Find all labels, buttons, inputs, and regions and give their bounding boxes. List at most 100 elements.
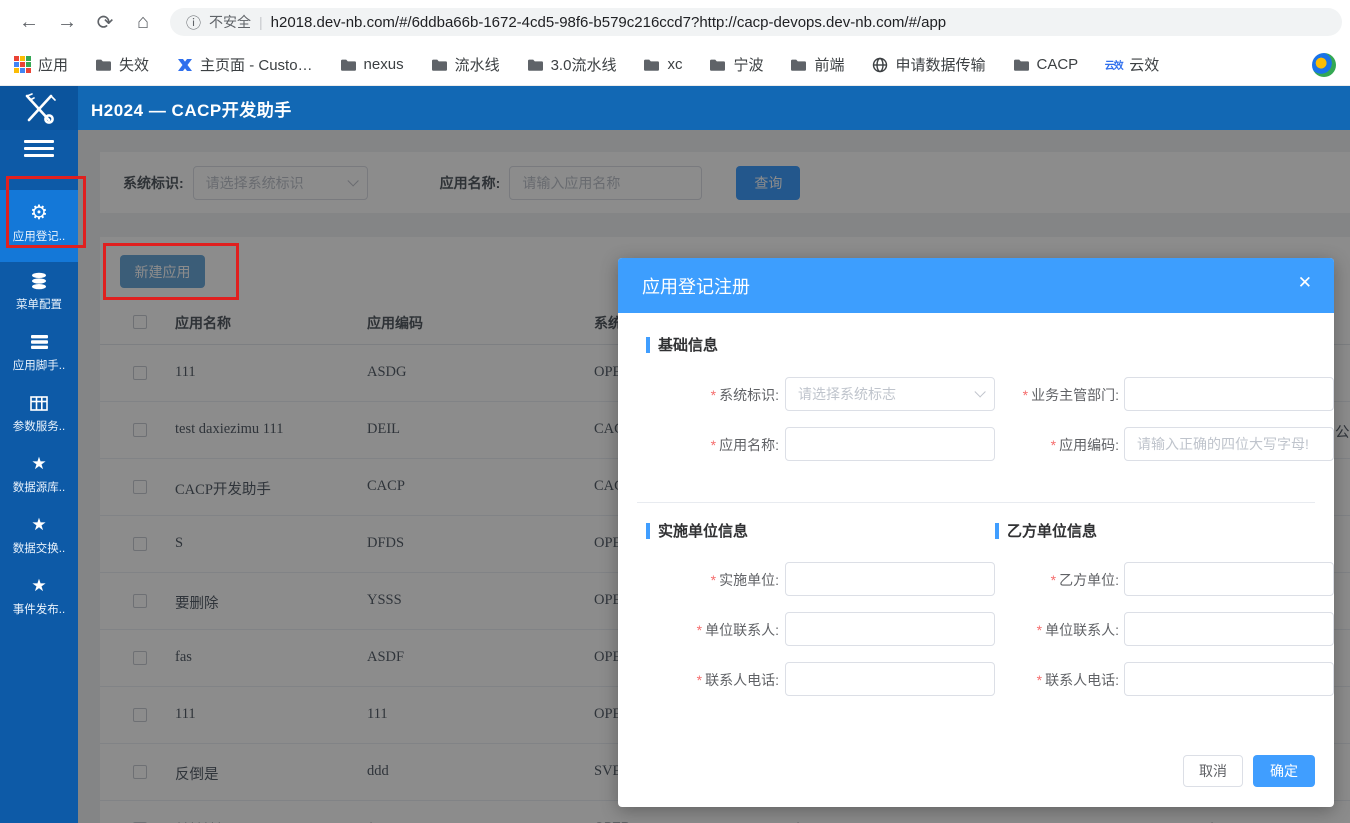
section-bar bbox=[995, 523, 999, 539]
section-impl-title: 实施单位信息 bbox=[658, 520, 748, 541]
star-icon: ★ bbox=[31, 576, 46, 596]
field-input[interactable] bbox=[1124, 562, 1334, 596]
dialog-footer: 取消 确定 bbox=[1183, 755, 1315, 787]
bookmark-item[interactable]: xc bbox=[643, 56, 682, 73]
page-title: H2024 — CACP开发助手 bbox=[91, 96, 292, 121]
bookmark-item[interactable]: nexus bbox=[340, 56, 404, 73]
sidebar-item-label: 菜单配置 bbox=[16, 296, 62, 312]
section-basic-info: 基础信息 bbox=[646, 334, 718, 355]
sidebar-item-link[interactable]: 菜单配置 bbox=[0, 262, 78, 323]
sidebar: ⚙应用登记.. 菜单配置应用脚手.. 参数服务.. ★ 数据源库.. ★数据交换.. ★ 事件… bbox=[0, 130, 78, 823]
bookmarks-bar: 应用 失效 主页面 - Custo… nexus 流水线 3.0流水线 xc 宁波 前端 申请数据… bbox=[0, 44, 1350, 86]
bookmark-label: 流水线 bbox=[455, 54, 500, 75]
bookmark-item[interactable]: 宁波 bbox=[709, 54, 763, 75]
sidebar-item-link[interactable]: ★ 事件发布.. bbox=[0, 567, 78, 628]
field-input[interactable] bbox=[785, 612, 995, 646]
required-asterisk: * bbox=[711, 387, 716, 403]
required-asterisk: * bbox=[697, 672, 702, 688]
globe-icon bbox=[871, 56, 888, 73]
sidebar-item-active[interactable]: ⚙应用登记.. bbox=[0, 190, 78, 262]
bookmark-label: 宁波 bbox=[733, 54, 763, 75]
sidebar-item-label: 参数服务.. bbox=[13, 418, 65, 434]
field-select[interactable]: 请选择系统标志 bbox=[785, 377, 995, 411]
folder-icon bbox=[340, 56, 357, 73]
select-placeholder: 请选择系统标志 bbox=[798, 384, 896, 404]
sidebar-item-link[interactable]: ★ 数据源库.. bbox=[0, 445, 78, 506]
field-input[interactable] bbox=[1124, 377, 1334, 411]
section-bar bbox=[646, 337, 650, 353]
sidebar-item-label: 应用登记.. bbox=[13, 228, 65, 244]
bookmark-label: 3.0流水线 bbox=[551, 54, 617, 75]
bookmark-item[interactable]: 失效 bbox=[95, 54, 149, 75]
field-input[interactable] bbox=[785, 562, 995, 596]
bookmark-label: 应用 bbox=[38, 54, 68, 75]
yunxiao-icon: 云效 bbox=[1105, 56, 1122, 73]
sidebar-item-label: 应用脚手.. bbox=[13, 357, 65, 373]
apps-grid-icon bbox=[14, 56, 31, 73]
required-asterisk: * bbox=[711, 437, 716, 453]
section-basic-title: 基础信息 bbox=[658, 334, 718, 355]
bookmark-label: CACP bbox=[1037, 56, 1079, 73]
info-icon[interactable]: ⓘ bbox=[186, 12, 201, 33]
menu-toggle-icon[interactable] bbox=[24, 140, 54, 157]
close-icon[interactable]: ✕ bbox=[1298, 273, 1312, 293]
grid-icon bbox=[30, 393, 48, 413]
sidebar-item-link[interactable]: ★数据交换.. bbox=[0, 506, 78, 567]
folder-icon bbox=[527, 56, 544, 73]
section-bar bbox=[646, 523, 650, 539]
sidebar-item-label: 数据交换.. bbox=[13, 540, 65, 556]
back-icon[interactable]: ← bbox=[10, 11, 48, 34]
bookmark-item[interactable]: 主页面 - Custo… bbox=[176, 54, 313, 75]
bookmark-item[interactable]: CACP bbox=[1013, 56, 1079, 73]
field-input[interactable] bbox=[785, 427, 995, 461]
sidebar-menu: ⚙应用登记.. 菜单配置应用脚手.. 参数服务.. ★ 数据源库.. ★数据交换.. ★ 事件… bbox=[0, 190, 78, 628]
field-label: *应用编码: bbox=[977, 435, 1119, 455]
sidebar-item-label: 事件发布.. bbox=[13, 601, 65, 617]
not-secure-label: 不安全 bbox=[209, 12, 251, 32]
folder-icon bbox=[95, 56, 112, 73]
field-label: *联系人电话: bbox=[637, 670, 779, 690]
section-party-title: 乙方单位信息 bbox=[1007, 520, 1097, 541]
bookmark-item[interactable]: 流水线 bbox=[431, 54, 500, 75]
bookmark-item[interactable]: 3.0流水线 bbox=[527, 54, 617, 75]
required-asterisk: * bbox=[697, 622, 702, 638]
forward-icon[interactable]: → bbox=[48, 11, 86, 34]
app-header: H2024 — CACP开发助手 bbox=[0, 86, 1350, 130]
bookmark-label: nexus bbox=[364, 56, 404, 73]
field-input[interactable] bbox=[1124, 662, 1334, 696]
cancel-button[interactable]: 取消 bbox=[1183, 755, 1243, 787]
required-asterisk: * bbox=[1023, 387, 1028, 403]
bookmark-label: 申请数据传输 bbox=[895, 54, 985, 75]
bookmark-label: 前端 bbox=[814, 54, 844, 75]
home-icon[interactable]: ⌂ bbox=[124, 11, 162, 34]
field-label: *单位联系人: bbox=[637, 620, 779, 640]
required-asterisk: * bbox=[1037, 672, 1042, 688]
browser-toolbar: ← → ⟳ ⌂ ⓘ 不安全 | h2018.dev-nb.com/#/6ddba… bbox=[0, 0, 1350, 44]
bookmark-item[interactable]: 云效云效 bbox=[1105, 54, 1159, 75]
folder-icon bbox=[790, 56, 807, 73]
sidebar-item-link[interactable]: 参数服务.. bbox=[0, 384, 78, 445]
bookmark-item[interactable]: 应用 bbox=[14, 54, 68, 75]
url-text: h2018.dev-nb.com/#/6ddba66b-1672-4cd5-98… bbox=[271, 14, 946, 31]
database-icon bbox=[29, 271, 49, 291]
app-registration-dialog: 应用登记注册 ✕ 基础信息 实施单位信息 乙方单位信息 取消 确定 *系统标识:… bbox=[618, 258, 1334, 807]
sidebar-item-link[interactable]: 应用脚手.. bbox=[0, 323, 78, 384]
confirm-button[interactable]: 确定 bbox=[1253, 755, 1315, 787]
sidebar-item-label: 数据源库.. bbox=[13, 479, 65, 495]
section-divider bbox=[637, 502, 1315, 503]
reload-icon[interactable]: ⟳ bbox=[86, 10, 124, 35]
dialog-title: 应用登记注册 bbox=[642, 273, 750, 299]
address-separator: | bbox=[259, 14, 263, 30]
rows-icon bbox=[30, 332, 49, 352]
profile-avatar-icon[interactable] bbox=[1312, 53, 1336, 77]
field-label: *乙方单位: bbox=[977, 570, 1119, 590]
address-bar[interactable]: ⓘ 不安全 | h2018.dev-nb.com/#/6ddba66b-1672… bbox=[170, 8, 1342, 36]
field-label: *单位联系人: bbox=[977, 620, 1119, 640]
dialog-header: 应用登记注册 ✕ bbox=[618, 258, 1334, 313]
field-input[interactable] bbox=[1124, 612, 1334, 646]
bookmark-item[interactable]: 申请数据传输 bbox=[871, 54, 985, 75]
bookmark-item[interactable]: 前端 bbox=[790, 54, 844, 75]
field-input[interactable] bbox=[785, 662, 995, 696]
star-icon: ★ bbox=[31, 454, 46, 474]
field-input[interactable] bbox=[1124, 427, 1334, 461]
